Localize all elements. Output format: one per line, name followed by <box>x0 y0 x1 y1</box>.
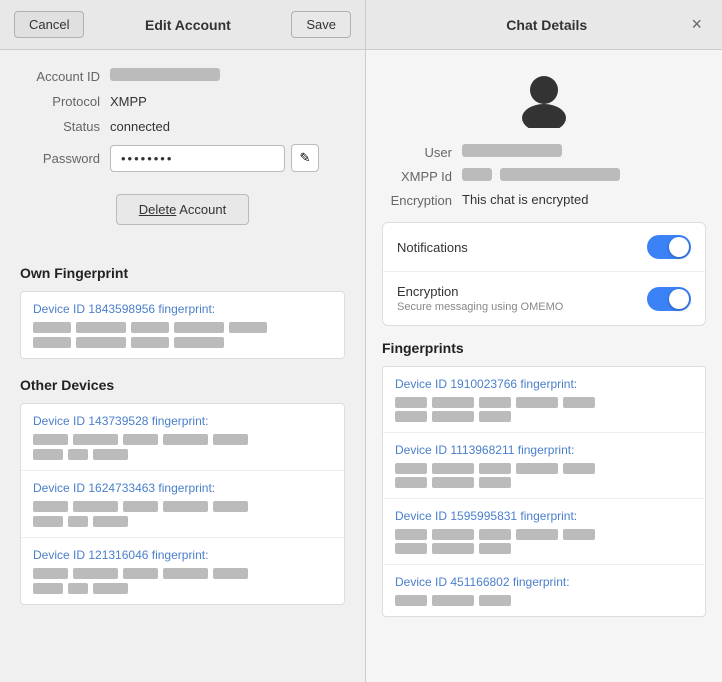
edit-icon: ✎ <box>300 150 311 166</box>
device-item-2: Device ID 1624733463 fingerprint: <box>21 471 344 538</box>
chat-details-panel: Chat Details × User XMPP Id <box>366 0 722 682</box>
account-id-value <box>110 68 220 84</box>
user-label: User <box>382 144 452 160</box>
xmpp-id-blurred-2 <box>500 168 620 181</box>
xmpp-id-label: XMPP Id <box>382 168 452 184</box>
own-device-id: Device ID 1843598956 fingerprint: <box>33 302 332 316</box>
encryption-row: Encryption This chat is encrypted <box>382 192 706 208</box>
device-id-1: Device ID 143739528 fingerprint: <box>33 414 332 428</box>
account-id-label: Account ID <box>20 69 100 84</box>
status-label: Status <box>20 119 100 134</box>
notifications-toggle[interactable] <box>647 235 691 259</box>
xmpp-id-blurred-1 <box>462 168 492 181</box>
encryption-setting-block: Encryption Secure messaging using OMEMO <box>397 284 563 313</box>
encryption-label: Encryption <box>382 192 452 208</box>
left-header: Cancel Edit Account Save <box>0 0 365 50</box>
device-2-fp-line-2 <box>33 516 332 527</box>
protocol-label: Protocol <box>20 94 100 109</box>
edit-account-panel: Cancel Edit Account Save Account ID Prot… <box>0 0 366 682</box>
user-blurred <box>462 144 562 157</box>
protocol-row: Protocol XMPP <box>20 94 345 109</box>
user-row: User <box>382 144 706 160</box>
fingerprint-line-1 <box>33 322 332 333</box>
avatar-icon <box>514 68 574 128</box>
fp-item-4: Device ID 451166802 fingerprint: <box>383 565 705 616</box>
save-button[interactable]: Save <box>291 11 351 38</box>
device-3-fp-line-2 <box>33 583 332 594</box>
encryption-setting-row: Encryption Secure messaging using OMEMO <box>383 272 705 325</box>
fp-2-line-2 <box>395 477 693 488</box>
device-3-fp-line-1 <box>33 568 332 579</box>
device-item-1: Device ID 143739528 fingerprint: <box>21 404 344 471</box>
right-content: User XMPP Id Encryption This chat is enc… <box>366 50 722 682</box>
right-header: Chat Details × <box>366 0 722 50</box>
device-1-fp-line-1 <box>33 434 332 445</box>
device-item-3: Device ID 121316046 fingerprint: <box>21 538 344 604</box>
device-3-fp <box>33 568 332 594</box>
status-row: Status connected <box>20 119 345 134</box>
edit-account-title: Edit Account <box>145 17 231 33</box>
password-row: Password ✎ <box>20 144 345 172</box>
xmpp-id-value <box>462 168 620 184</box>
device-2-fp <box>33 501 332 527</box>
cancel-button[interactable]: Cancel <box>14 11 84 38</box>
device-2-fp-line-1 <box>33 501 332 512</box>
fingerprints-title: Fingerprints <box>382 340 706 356</box>
chat-details-title: Chat Details <box>406 17 687 33</box>
password-input[interactable] <box>110 145 285 172</box>
fp-item-3: Device ID 1595995831 fingerprint: <box>383 499 705 565</box>
fingerprint-line-2 <box>33 337 332 348</box>
device-1-fp-line-2 <box>33 449 332 460</box>
own-fingerprint-title: Own Fingerprint <box>20 265 345 281</box>
delete-account-button[interactable]: Delete Account <box>116 194 249 225</box>
close-button[interactable]: × <box>687 14 706 35</box>
fp-4-line-1 <box>395 595 693 606</box>
other-devices-title: Other Devices <box>20 377 345 393</box>
encryption-value: This chat is encrypted <box>462 192 588 207</box>
fp-1-line-1 <box>395 397 693 408</box>
account-id-row: Account ID <box>20 68 345 84</box>
encryption-setting-sublabel: Secure messaging using OMEMO <box>397 301 563 313</box>
device-1-fp <box>33 434 332 460</box>
status-value: connected <box>110 119 170 134</box>
password-label: Password <box>20 151 100 166</box>
fingerprints-list: Device ID 1910023766 fingerprint: Device… <box>382 366 706 617</box>
own-fingerprint-lines <box>33 322 332 348</box>
fp-2-line-1 <box>395 463 693 474</box>
encryption-setting-label: Encryption <box>397 284 563 299</box>
account-id-blurred <box>110 68 220 81</box>
settings-box: Notifications Encryption Secure messagin… <box>382 222 706 326</box>
left-content: Account ID Protocol XMPP Status connecte… <box>0 50 365 682</box>
notifications-toggle-knob <box>669 237 689 257</box>
delete-account-label: Account <box>176 202 226 217</box>
fp-device-id-2: Device ID 1113968211 fingerprint: <box>395 443 693 457</box>
protocol-value: XMPP <box>110 94 147 109</box>
encryption-toggle-knob <box>669 289 689 309</box>
password-edit-button[interactable]: ✎ <box>291 144 319 172</box>
encryption-toggle[interactable] <box>647 287 691 311</box>
delete-label: Delete <box>139 202 177 217</box>
other-devices-list: Device ID 143739528 fingerprint: <box>20 403 345 605</box>
notifications-label: Notifications <box>397 240 468 255</box>
user-value <box>462 144 562 160</box>
device-id-2: Device ID 1624733463 fingerprint: <box>33 481 332 495</box>
avatar-container <box>382 68 706 128</box>
device-id-3: Device ID 121316046 fingerprint: <box>33 548 332 562</box>
fp-1-line-2 <box>395 411 693 422</box>
fp-device-id-4: Device ID 451166802 fingerprint: <box>395 575 693 589</box>
fp-item-1: Device ID 1910023766 fingerprint: <box>383 367 705 433</box>
fp-device-id-1: Device ID 1910023766 fingerprint: <box>395 377 693 391</box>
notifications-row: Notifications <box>383 223 705 272</box>
fp-3-line-2 <box>395 543 693 554</box>
own-fingerprint-box: Device ID 1843598956 fingerprint: <box>20 291 345 359</box>
fp-item-2: Device ID 1113968211 fingerprint: <box>383 433 705 499</box>
fp-device-id-3: Device ID 1595995831 fingerprint: <box>395 509 693 523</box>
fp-3-line-1 <box>395 529 693 540</box>
xmpp-id-row: XMPP Id <box>382 168 706 184</box>
